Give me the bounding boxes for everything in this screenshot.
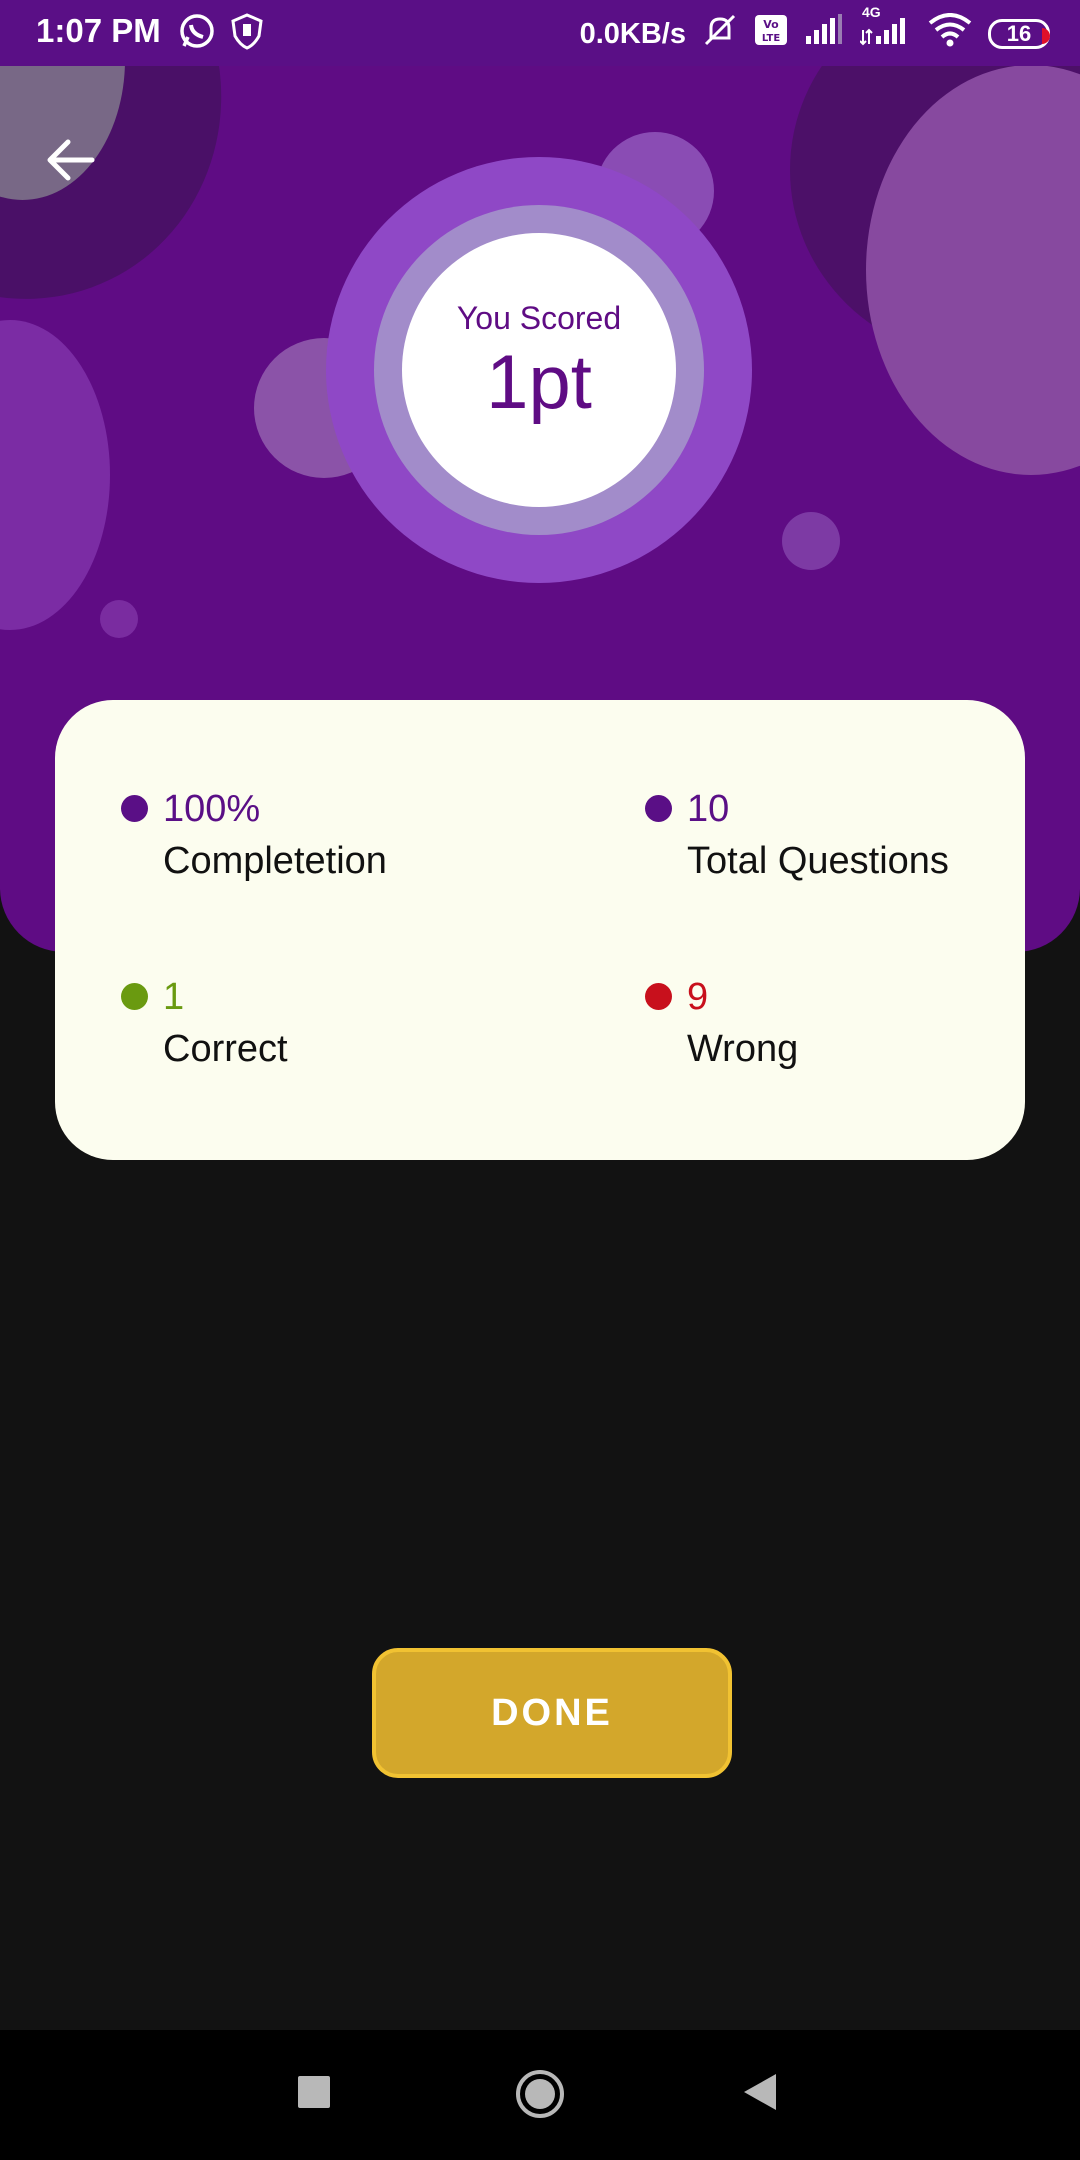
recent-apps-button[interactable] — [296, 2074, 332, 2115]
system-back-button[interactable] — [742, 2072, 778, 2117]
total-questions-value: 10 — [687, 788, 730, 830]
correct-dot — [121, 983, 148, 1010]
svg-text:Vo: Vo — [763, 18, 779, 31]
volte-icon: Vo LTE — [754, 14, 788, 54]
arrow-left-icon — [47, 139, 95, 181]
status-time: 1:07 PM — [36, 12, 161, 49]
score-label: You Scored — [456, 300, 622, 336]
square-icon — [298, 2076, 330, 2108]
correct-value: 1 — [163, 976, 185, 1018]
done-button[interactable]: DONE — [372, 1648, 732, 1778]
back-button[interactable] — [40, 130, 100, 190]
wrong-dot — [645, 983, 672, 1010]
network-speed: 0.0KB/s — [579, 17, 686, 50]
wrong-label: Wrong — [687, 1028, 799, 1070]
completion-dot — [121, 795, 148, 822]
signal-icon — [804, 14, 844, 54]
wrong-value: 9 — [687, 976, 709, 1018]
completion-label: Completetion — [163, 840, 387, 882]
mute-icon — [702, 12, 738, 56]
decor-bubble — [100, 600, 138, 638]
decor-bubble — [782, 512, 840, 570]
back-triangle-icon — [744, 2074, 776, 2110]
whatsapp-icon — [178, 12, 216, 55]
correct-label: Correct — [163, 1028, 288, 1070]
wifi-icon — [928, 13, 972, 55]
stats-card: 100% Completetion 10 Total Questions 1 C… — [55, 700, 1025, 1160]
signal-4g-icon: 4G — [859, 4, 912, 54]
shield-icon — [230, 12, 264, 55]
score-circle: You Scored 1pt — [402, 233, 676, 507]
completion-value: 100% — [163, 788, 261, 830]
home-circle-icon — [516, 2070, 564, 2118]
decor-bubble — [0, 320, 110, 630]
battery-icon: 16 — [988, 19, 1050, 49]
total-questions-dot — [645, 795, 672, 822]
score-value: 1pt — [486, 340, 592, 425]
total-questions-label: Total Questions — [687, 840, 949, 882]
navigation-bar — [0, 2030, 1080, 2160]
home-button[interactable] — [514, 2068, 566, 2125]
svg-text:LTE: LTE — [762, 33, 781, 44]
status-bar: 1:07 PM 0.0KB/s Vo LTE 4G 16 — [0, 0, 1080, 66]
